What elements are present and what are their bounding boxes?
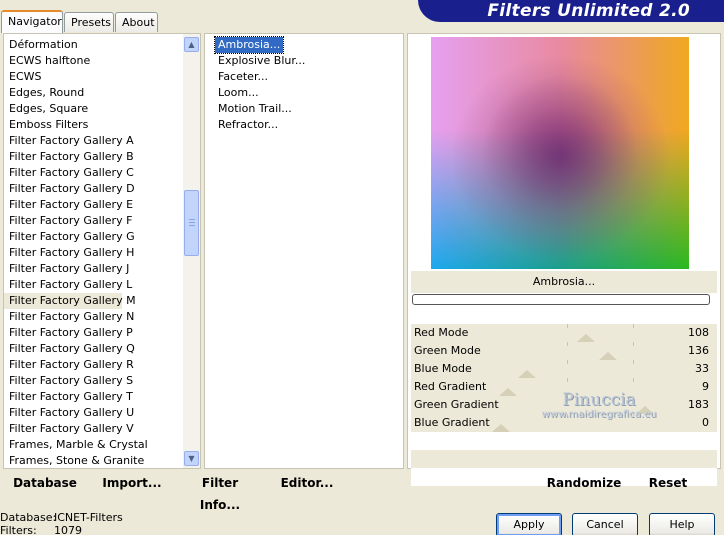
parameter-label: Red Gradient <box>414 380 487 393</box>
parameter-slider[interactable]: Red Gradient 9 <box>411 378 717 396</box>
tab-navigator[interactable]: Navigator <box>1 10 63 33</box>
cancel-button[interactable]: Cancel <box>572 513 638 535</box>
category-item[interactable]: ECWS halftone <box>4 53 184 69</box>
category-item[interactable]: Filter Factory Gallery R <box>4 357 184 373</box>
apply-button[interactable]: Apply <box>496 513 562 535</box>
category-item[interactable]: Filter Factory Gallery F <box>4 213 184 229</box>
category-item[interactable]: Filter Factory Gallery N <box>4 309 184 325</box>
parameter-label: Green Mode <box>414 344 481 357</box>
preview-panel: Ambrosia... Red Mode 108 Green Mode 136 Blue… <box>407 33 721 486</box>
category-item[interactable]: Emboss Filters <box>4 117 184 133</box>
status-filters-label: Filters: <box>0 524 37 535</box>
slider-thumb[interactable] <box>576 334 595 342</box>
parameter-label: Blue Gradient <box>414 416 490 429</box>
parameter-value: 183 <box>688 398 709 411</box>
reset-button[interactable]: Reset <box>643 472 693 494</box>
filter-item[interactable]: Faceter... <box>215 69 308 85</box>
category-item[interactable]: Filter Factory Gallery A <box>4 133 184 149</box>
parameter-value: 33 <box>695 362 709 375</box>
slider-thumb[interactable] <box>492 424 510 432</box>
parameter-slider[interactable]: Green Gradient 183 <box>411 396 717 414</box>
category-scrollbar[interactable]: ▲ ▼ <box>183 34 200 468</box>
slider-thumb[interactable] <box>598 352 617 360</box>
slider-thumb[interactable] <box>517 370 536 378</box>
status-database-value: ICNET-Filters <box>54 511 123 524</box>
category-item[interactable]: Filter Factory Gallery E <box>4 197 184 213</box>
parameter-label: Green Gradient <box>414 398 499 411</box>
category-panel: Déformation ECWS halftone ECWS Edges, Round… <box>3 33 201 469</box>
scroll-thumb[interactable] <box>184 190 199 256</box>
category-item[interactable]: Edges, Square <box>4 101 184 117</box>
parameter-slider[interactable]: Blue Gradient 0 <box>411 414 717 432</box>
filter-info-button[interactable]: Filter Info... <box>180 472 260 512</box>
progress-bar <box>412 294 710 305</box>
tab-presets[interactable]: Presets <box>64 12 114 32</box>
parameter-value: 0 <box>702 416 709 429</box>
category-item[interactable]: ECWS <box>4 69 184 85</box>
category-item[interactable]: Frames, Marble & Crystal <box>4 437 184 453</box>
category-item[interactable]: Filter Factory Gallery L <box>4 277 184 293</box>
category-item[interactable]: Filter Factory Gallery Q <box>4 341 184 357</box>
parameter-sliders: Red Mode 108 Green Mode 136 Blue Mode 33 Red G… <box>411 324 717 486</box>
category-item[interactable]: Filter Factory Gallery G <box>4 229 184 245</box>
status-area: Database:ICNET-Filters Filters: 1079 <box>0 511 123 535</box>
category-item[interactable]: Filter Factory Gallery T <box>4 389 184 405</box>
category-item[interactable]: Déformation <box>4 37 184 53</box>
category-item[interactable]: Edges, Round <box>4 85 184 101</box>
category-list: Déformation ECWS halftone ECWS Edges, Round… <box>4 34 184 469</box>
scroll-down-button[interactable]: ▼ <box>184 451 199 466</box>
randomize-button[interactable]: Randomize <box>545 472 623 494</box>
scroll-up-button[interactable]: ▲ <box>184 37 199 52</box>
category-item[interactable]: Filter Factory Gallery C <box>4 165 184 181</box>
database-button[interactable]: Database <box>10 472 80 494</box>
parameter-label: Blue Mode <box>414 362 472 375</box>
filter-item[interactable]: Explosive Blur... <box>215 53 308 69</box>
app-title: Filters Unlimited 2.0 <box>487 1 690 21</box>
category-item[interactable]: Frames, Stone & Granite <box>4 453 184 469</box>
editor-button[interactable]: Editor... <box>278 472 336 494</box>
category-item[interactable]: Filter Factory Gallery M <box>4 293 136 309</box>
status-filters-value: 1079 <box>54 524 82 535</box>
category-item[interactable]: Filter Factory Gallery P <box>4 325 184 341</box>
category-item[interactable]: Filter Factory Gallery V <box>4 421 184 437</box>
empty-parameter-row <box>411 432 717 450</box>
parameter-slider[interactable]: Red Mode 108 <box>411 324 717 342</box>
parameter-slider[interactable]: Green Mode 136 <box>411 342 717 360</box>
import-button[interactable]: Import... <box>100 472 164 494</box>
category-item[interactable]: Filter Factory Gallery D <box>4 181 184 197</box>
category-item[interactable]: Filter Factory Gallery J <box>4 261 184 277</box>
filter-item[interactable]: Refractor... <box>215 117 308 133</box>
app-banner: Filters Unlimited 2.0 <box>418 0 724 22</box>
filter-panel: Ambrosia... Explosive Blur... Faceter... Lo… <box>204 33 404 469</box>
parameter-slider[interactable]: Blue Mode 33 <box>411 360 717 378</box>
filter-list: Ambrosia... Explosive Blur... Faceter... Lo… <box>213 36 308 133</box>
filter-item[interactable]: Motion Trail... <box>215 101 308 117</box>
status-database-label: Database: <box>0 511 57 524</box>
category-item[interactable]: Filter Factory Gallery U <box>4 405 184 421</box>
preview-image <box>431 37 689 269</box>
category-item[interactable]: Filter Factory Gallery H <box>4 245 184 261</box>
parameter-value: 136 <box>688 344 709 357</box>
slider-thumb[interactable] <box>499 388 518 396</box>
filter-item[interactable]: Ambrosia... <box>213 36 285 54</box>
parameter-value: 9 <box>702 380 709 393</box>
category-item[interactable]: Filter Factory Gallery B <box>4 149 184 165</box>
parameter-value: 108 <box>688 326 709 339</box>
tab-about[interactable]: About <box>115 12 158 32</box>
empty-parameter-row <box>411 450 717 468</box>
filter-item[interactable]: Loom... <box>215 85 308 101</box>
category-item[interactable]: Filter Factory Gallery S <box>4 373 184 389</box>
help-button[interactable]: Help <box>649 513 715 535</box>
slider-thumb[interactable] <box>635 406 654 414</box>
preview-filter-name: Ambrosia... <box>411 271 717 293</box>
parameter-label: Red Mode <box>414 326 469 339</box>
